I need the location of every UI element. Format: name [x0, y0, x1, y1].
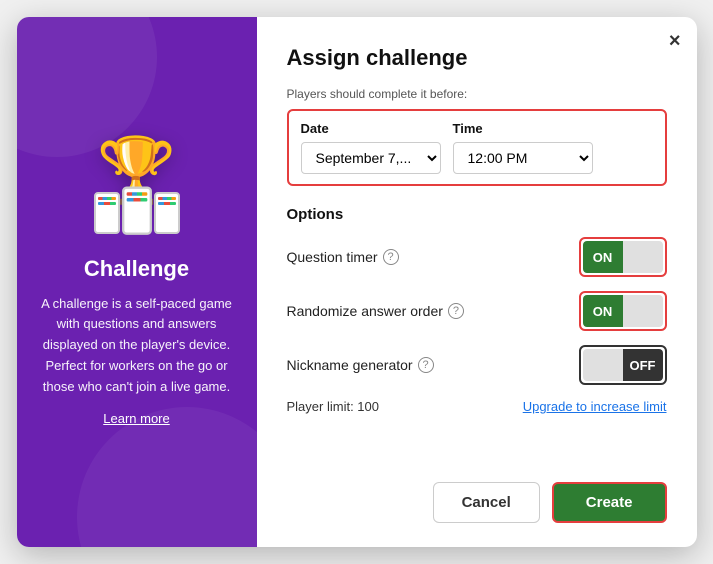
nickname-generator-label: Nickname generator ?: [287, 357, 434, 373]
toggle-off-label: OFF: [623, 349, 663, 381]
toggle-off-inactive-2: [623, 295, 663, 327]
left-panel: 🏆 Challenge A challenge is a self-paced …: [17, 17, 257, 547]
phone-right: [154, 192, 180, 234]
question-timer-toggle[interactable]: ON: [583, 241, 663, 273]
time-select[interactable]: 12:00 PM: [453, 142, 593, 174]
trophy-container: 🏆: [77, 138, 197, 238]
player-limit-row: Player limit: 100 Upgrade to increase li…: [287, 399, 667, 414]
left-title: Challenge: [84, 256, 189, 282]
randomize-answer-row: Randomize answer order ? ON: [287, 291, 667, 331]
question-timer-label: Question timer ?: [287, 249, 399, 265]
toggle-on-label: ON: [583, 241, 623, 273]
date-time-row: Date September 7,... Time 12:00 PM: [287, 109, 667, 186]
player-limit-text: Player limit: 100: [287, 399, 379, 414]
assign-challenge-modal: 🏆 Challenge A challenge is a self-paced …: [17, 17, 697, 547]
dialog-title: Assign challenge: [287, 45, 667, 71]
date-section-label: Players should complete it before:: [287, 87, 667, 101]
phone-left: [94, 192, 120, 234]
cancel-button[interactable]: Cancel: [433, 482, 540, 523]
question-timer-row: Question timer ? ON: [287, 237, 667, 277]
nickname-generator-row: Nickname generator ? OFF: [287, 345, 667, 385]
create-button[interactable]: Create: [552, 482, 667, 523]
nickname-toggle-wrapper: OFF: [579, 345, 667, 385]
nickname-generator-help-icon[interactable]: ?: [418, 357, 434, 373]
toggle-off-inactive: [623, 241, 663, 273]
phone-devices: [77, 192, 197, 234]
right-panel: × Assign challenge Players should comple…: [257, 17, 697, 547]
options-title: Options: [287, 206, 667, 223]
upgrade-link[interactable]: Upgrade to increase limit: [523, 399, 667, 414]
question-timer-toggle-wrapper: ON: [579, 237, 667, 277]
time-col-label: Time: [453, 121, 593, 136]
question-timer-help-icon[interactable]: ?: [383, 249, 399, 265]
footer-buttons: Cancel Create: [287, 466, 667, 523]
randomize-toggle-wrapper: ON: [579, 291, 667, 331]
toggle-on-inactive-3: [583, 349, 623, 381]
date-select[interactable]: September 7,...: [301, 142, 441, 174]
randomize-answer-toggle[interactable]: ON: [583, 295, 663, 327]
phone-center: [122, 186, 152, 234]
date-col: Date September 7,...: [301, 121, 441, 174]
date-col-label: Date: [301, 121, 441, 136]
toggle-on-label-2: ON: [583, 295, 623, 327]
left-description: A challenge is a self-paced game with qu…: [37, 294, 237, 398]
randomize-answer-help-icon[interactable]: ?: [448, 303, 464, 319]
randomize-answer-label: Randomize answer order ?: [287, 303, 464, 319]
learn-more-link[interactable]: Learn more: [103, 411, 169, 426]
close-button[interactable]: ×: [669, 31, 681, 51]
time-col: Time 12:00 PM: [453, 121, 593, 174]
nickname-generator-toggle[interactable]: OFF: [583, 349, 663, 381]
